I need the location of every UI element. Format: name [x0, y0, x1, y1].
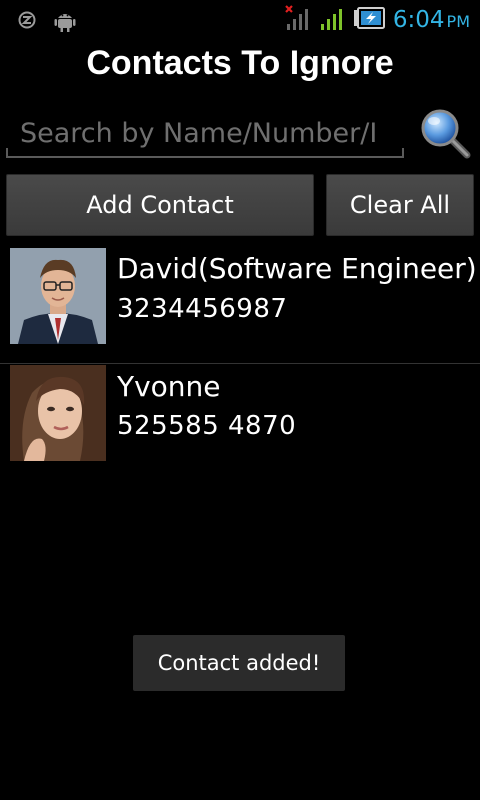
- android-debug-icon: [54, 8, 76, 36]
- search-field-container: [6, 108, 404, 158]
- status-bar-notifications: [18, 8, 76, 36]
- list-item[interactable]: David(Software Engineer) 3234456987: [0, 244, 480, 363]
- avatar-photo-woman: [10, 365, 106, 461]
- list-divider: [0, 363, 480, 364]
- signal-no-service-icon: [285, 4, 311, 36]
- contact-number: 3234456987: [117, 294, 288, 324]
- page-title: Contacts To Ignore: [86, 44, 394, 82]
- add-contact-button[interactable]: Add Contact: [6, 174, 314, 236]
- status-bar-system: 6:04 PM: [285, 4, 470, 36]
- contact-name: David(Software Engineer): [117, 252, 477, 285]
- sync-icon: [18, 11, 36, 33]
- search-icon: [418, 109, 472, 164]
- clear-all-button[interactable]: Clear All: [326, 174, 474, 236]
- avatar-photo-man: [10, 248, 106, 344]
- contact-list: David(Software Engineer) 3234456987 Yvon…: [0, 244, 480, 479]
- search-button[interactable]: [418, 106, 472, 160]
- contact-name: Yvonne: [117, 370, 221, 403]
- clock-ampm: PM: [446, 12, 470, 31]
- status-bar: 6:04 PM: [0, 0, 480, 38]
- clock-time: 6:04: [392, 7, 445, 33]
- list-item[interactable]: Yvonne 525585 4870: [0, 363, 480, 479]
- signal-strength-icon: [319, 4, 345, 36]
- toast-message: Contact added!: [133, 635, 345, 691]
- battery-charging-icon: [353, 7, 385, 33]
- search-input[interactable]: [18, 112, 402, 154]
- contact-number: 525585 4870: [117, 411, 297, 441]
